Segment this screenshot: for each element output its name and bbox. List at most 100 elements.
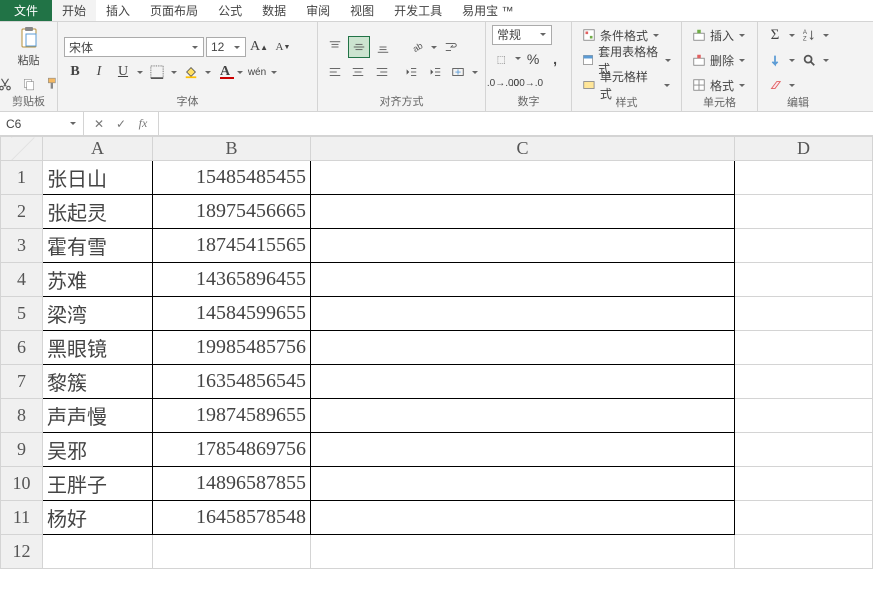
cell-A10[interactable]: 王胖子 xyxy=(43,467,153,501)
col-header-A[interactable]: A xyxy=(43,137,153,161)
font-size-select[interactable]: 12 xyxy=(206,37,246,57)
fontcolor-dd[interactable] xyxy=(236,61,244,83)
paste-button[interactable]: 粘贴 xyxy=(13,24,45,70)
align-right-icon[interactable] xyxy=(371,61,393,83)
cell-C8[interactable] xyxy=(311,399,735,433)
clear-icon[interactable] xyxy=(764,74,786,96)
cell-D7[interactable] xyxy=(735,365,873,399)
number-format-select[interactable]: 常规 xyxy=(492,25,552,45)
name-box[interactable]: C6 xyxy=(0,112,84,135)
cell-B6[interactable]: 19985485756 xyxy=(153,331,311,365)
spreadsheet-grid[interactable]: ABCD1张日山154854854552张起灵189754566653霍有雪18… xyxy=(0,136,873,569)
sort-icon[interactable]: AZ xyxy=(798,24,820,46)
cell-B9[interactable]: 17854869756 xyxy=(153,433,311,467)
merge-dd[interactable] xyxy=(471,61,479,83)
fx-accept-icon[interactable]: ✓ xyxy=(110,117,132,131)
phonetic-dd[interactable] xyxy=(270,61,278,83)
decrease-font-icon[interactable]: A▼ xyxy=(272,36,294,58)
find-icon[interactable] xyxy=(798,49,820,71)
fill-icon[interactable] xyxy=(764,49,786,71)
cell-C10[interactable] xyxy=(311,467,735,501)
comma-icon[interactable]: , xyxy=(545,48,565,70)
cell-C4[interactable] xyxy=(311,263,735,297)
cell-B3[interactable]: 18745415565 xyxy=(153,229,311,263)
row-header-2[interactable]: 2 xyxy=(1,195,43,229)
clear-dd[interactable] xyxy=(788,74,796,96)
cell-A4[interactable]: 苏难 xyxy=(43,263,153,297)
fill2-dd[interactable] xyxy=(788,49,796,71)
font-color-icon[interactable]: A xyxy=(214,61,236,83)
cell-B5[interactable]: 14584599655 xyxy=(153,297,311,331)
tab-data[interactable]: 数据 xyxy=(252,0,296,21)
cell-A5[interactable]: 梁湾 xyxy=(43,297,153,331)
cell-B1[interactable]: 15485485455 xyxy=(153,161,311,195)
row-header-4[interactable]: 4 xyxy=(1,263,43,297)
indent-inc-icon[interactable] xyxy=(424,61,446,83)
percent-icon[interactable]: % xyxy=(523,48,543,70)
cell-B10[interactable]: 14896587855 xyxy=(153,467,311,501)
col-header-D[interactable]: D xyxy=(735,137,873,161)
align-bottom-icon[interactable] xyxy=(372,36,394,58)
cell-C1[interactable] xyxy=(311,161,735,195)
wrap-text-icon[interactable] xyxy=(440,36,462,58)
cell-D8[interactable] xyxy=(735,399,873,433)
cell-A6[interactable]: 黑眼镜 xyxy=(43,331,153,365)
align-top-icon[interactable] xyxy=(324,36,346,58)
row-header-1[interactable]: 1 xyxy=(1,161,43,195)
cell-A2[interactable]: 张起灵 xyxy=(43,195,153,229)
align-center-icon[interactable] xyxy=(348,61,370,83)
underline-dd[interactable] xyxy=(136,61,144,83)
phonetic-icon[interactable]: wén xyxy=(246,61,268,83)
cell-C12[interactable] xyxy=(311,535,735,569)
cell-C5[interactable] xyxy=(311,297,735,331)
dec-decimal-icon[interactable]: .00→.0 xyxy=(516,73,538,95)
font-name-select[interactable]: 宋体 xyxy=(64,37,204,57)
cell-B8[interactable]: 19874589655 xyxy=(153,399,311,433)
fx-cancel-icon[interactable]: ✕ xyxy=(88,117,110,131)
cell-B2[interactable]: 18975456665 xyxy=(153,195,311,229)
cell-D12[interactable] xyxy=(735,535,873,569)
indent-dec-icon[interactable] xyxy=(401,61,423,83)
row-header-5[interactable]: 5 xyxy=(1,297,43,331)
cell-D6[interactable] xyxy=(735,331,873,365)
find-dd[interactable] xyxy=(822,49,830,71)
sum-dd[interactable] xyxy=(788,24,796,46)
tab-review[interactable]: 审阅 xyxy=(296,0,340,21)
border-icon[interactable] xyxy=(146,61,168,83)
cell-D4[interactable] xyxy=(735,263,873,297)
align-middle-icon[interactable] xyxy=(348,36,370,58)
bold-button[interactable]: B xyxy=(64,61,86,83)
cell-D10[interactable] xyxy=(735,467,873,501)
cell-A7[interactable]: 黎簇 xyxy=(43,365,153,399)
align-left-icon[interactable] xyxy=(324,61,346,83)
cell-B12[interactable] xyxy=(153,535,311,569)
cell-B4[interactable]: 14365896455 xyxy=(153,263,311,297)
row-header-11[interactable]: 11 xyxy=(1,501,43,535)
col-header-B[interactable]: B xyxy=(153,137,311,161)
cell-D11[interactable] xyxy=(735,501,873,535)
cell-C7[interactable] xyxy=(311,365,735,399)
border-dd[interactable] xyxy=(170,61,178,83)
cell-D3[interactable] xyxy=(735,229,873,263)
orientation-icon[interactable]: ab xyxy=(406,36,428,58)
underline-button[interactable]: U xyxy=(112,61,134,83)
tab-addin[interactable]: 易用宝 ™ xyxy=(452,0,523,21)
tab-insert[interactable]: 插入 xyxy=(96,0,140,21)
cell-A11[interactable]: 杨好 xyxy=(43,501,153,535)
cell-A12[interactable] xyxy=(43,535,153,569)
cell-A1[interactable]: 张日山 xyxy=(43,161,153,195)
cut-icon[interactable] xyxy=(0,73,16,95)
row-header-7[interactable]: 7 xyxy=(1,365,43,399)
cell-C3[interactable] xyxy=(311,229,735,263)
increase-font-icon[interactable]: A▲ xyxy=(248,36,270,58)
delete-cells-button[interactable]: 删除 xyxy=(688,49,751,71)
row-header-12[interactable]: 12 xyxy=(1,535,43,569)
tab-formulas[interactable]: 公式 xyxy=(208,0,252,21)
sort-dd[interactable] xyxy=(822,24,830,46)
file-tab[interactable]: 文件 xyxy=(0,0,52,21)
col-header-C[interactable]: C xyxy=(311,137,735,161)
italic-button[interactable]: I xyxy=(88,61,110,83)
tab-dev[interactable]: 开发工具 xyxy=(384,0,452,21)
currency-icon[interactable]: ⬚ xyxy=(492,48,512,70)
cell-A9[interactable]: 吴邪 xyxy=(43,433,153,467)
